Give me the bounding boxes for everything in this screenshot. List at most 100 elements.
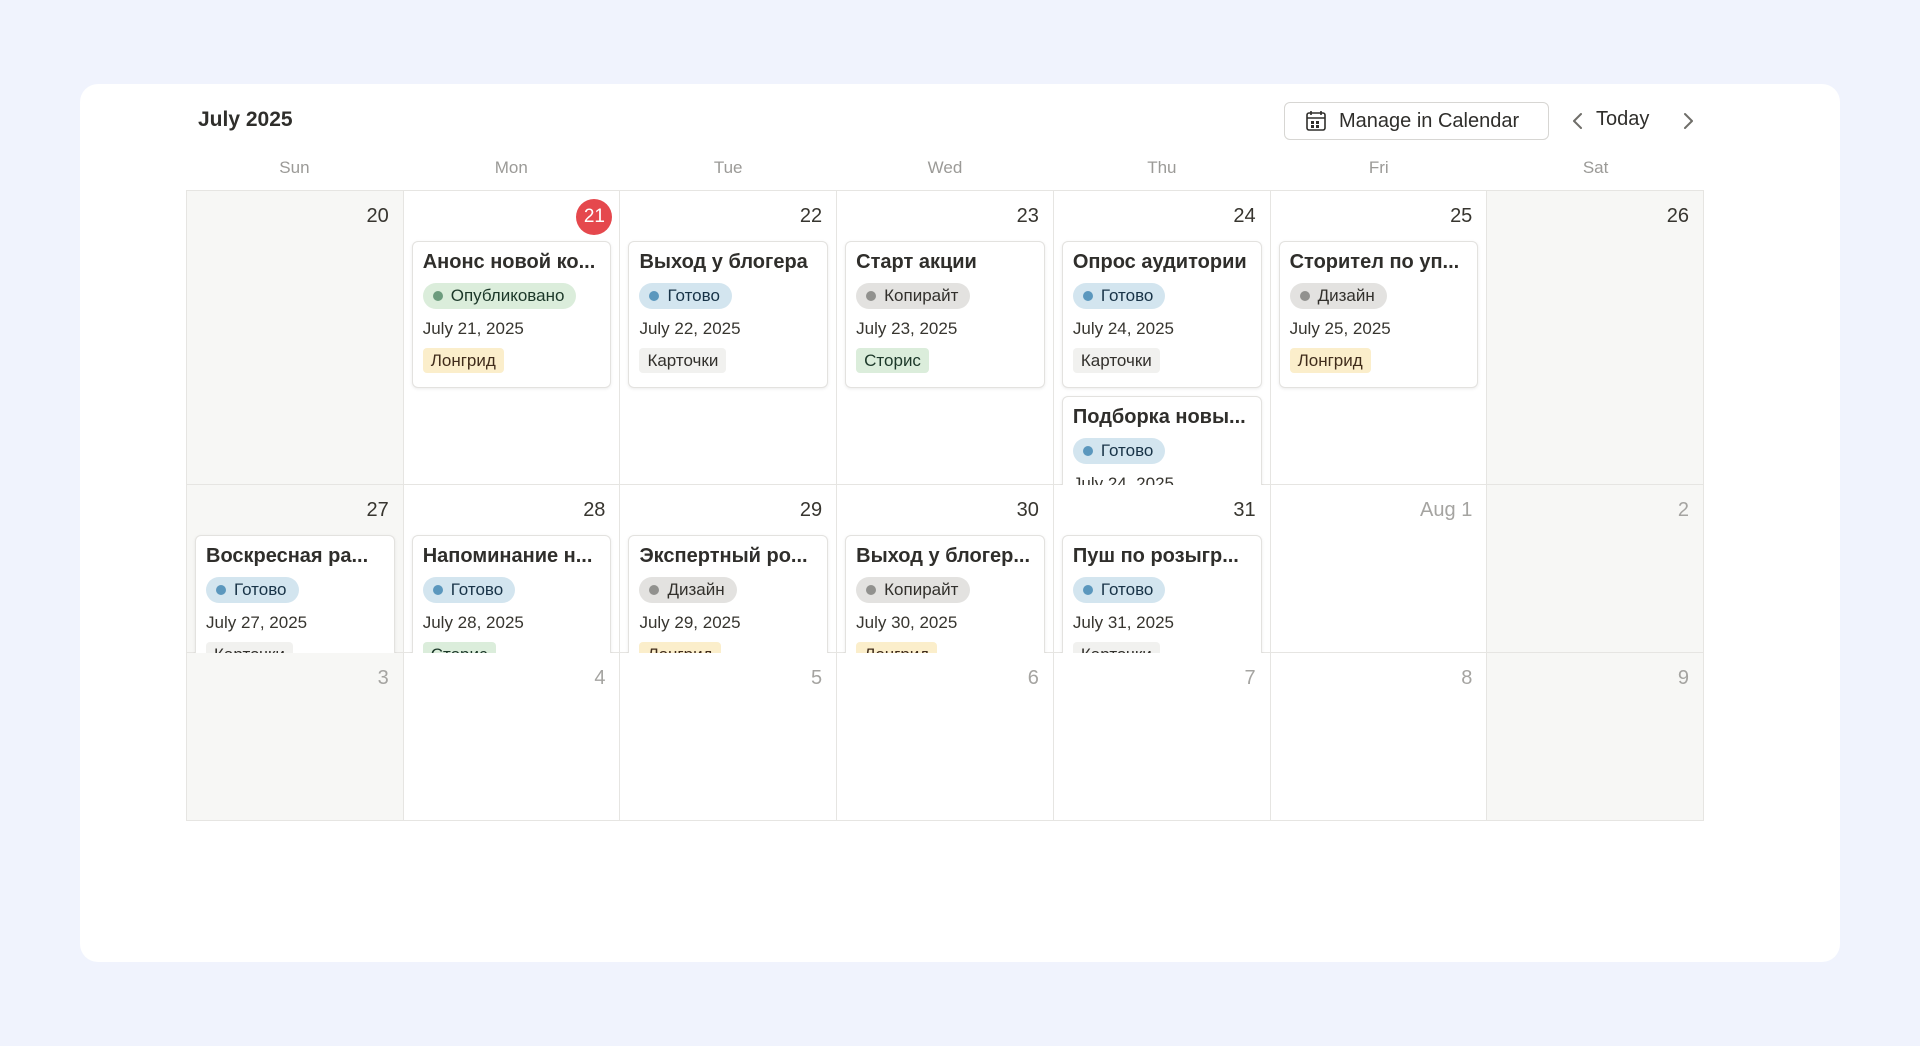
day-number: 24 [1233, 205, 1256, 227]
format-tag: Карточки [1072, 348, 1160, 373]
status-label: Готово [1100, 441, 1154, 460]
day-number: 25 [1450, 205, 1473, 227]
status-dot-icon [216, 585, 226, 595]
event-date: July 31, 2025 [1072, 613, 1175, 632]
day-cell[interactable]: 5 [620, 653, 838, 821]
status-badge: Дизайн [1289, 283, 1387, 309]
event-title: Выход у блогера [639, 251, 808, 273]
day-number: 4 [594, 667, 606, 689]
status-dot-icon [432, 585, 443, 595]
day-cell[interactable]: 6 [837, 653, 1054, 821]
status-dot-icon [1082, 446, 1093, 456]
day-cell[interactable]: 31Пуш по розыгр...ГотовоJuly 31, 2025Кар… [1053, 485, 1271, 682]
status-badge: Опубликовано [422, 283, 577, 309]
weekday-wed: Wed [927, 158, 963, 177]
day-cell[interactable]: 26 [1487, 191, 1705, 485]
day-cell[interactable]: 3 [187, 653, 404, 821]
day-number: 26 [1666, 205, 1690, 227]
event-card[interactable]: Анонс новой ко... Опубликовано July 21, 20… [411, 241, 612, 388]
status-badge: Готово [1072, 438, 1166, 464]
day-number: 30 [1016, 499, 1039, 521]
day-number: 22 [799, 205, 823, 227]
day-number: 29 [799, 499, 823, 521]
day-number: 28 [583, 499, 606, 521]
manage-in-calendar-button[interactable]: Manage in Calendar [1284, 102, 1549, 140]
event-date: July 23, 2025 [856, 319, 958, 338]
event-date: July 24, 2025 [1072, 319, 1175, 338]
status-badge: Копирайт [856, 283, 971, 309]
event-title: Экспертный ро... [639, 545, 808, 567]
event-card[interactable]: Сторител по уп... Дизайн July 25, 2025 Лонг… [1278, 241, 1479, 388]
status-label: Готово [234, 580, 287, 599]
status-label: Дизайн [1317, 286, 1375, 305]
day-number: 23 [1016, 205, 1039, 227]
day-cell[interactable]: 27Воскресная ра...ГотовоJuly 27, 2025Кар… [187, 485, 404, 682]
calendar-grid: 20 21 Анонс новой ко... Опубликовано July 21… [186, 190, 1705, 821]
event-date: July 25, 2025 [1289, 319, 1391, 338]
event-title: Сторител по уп... [1289, 251, 1460, 273]
status-badge: Готово [206, 577, 299, 603]
next-month-button[interactable] [1675, 108, 1701, 134]
event-list: Старт акции Копирайт July 23, 2025 Сторис [845, 241, 1045, 388]
week-row: 3 4 5 6 7 8 9 [187, 653, 1705, 821]
day-cell[interactable]: 7 [1053, 653, 1271, 821]
status-badge: Дизайн [639, 577, 737, 603]
day-number: Aug 1 [1420, 499, 1473, 521]
format-tag: Сторис [856, 348, 929, 373]
event-list: Сторител по уп... Дизайн July 25, 2025 Лонг… [1278, 241, 1479, 388]
day-cell[interactable]: Aug 1 [1270, 485, 1488, 653]
event-date: July 21, 2025 [422, 319, 524, 338]
chevron-right-icon [1684, 113, 1693, 129]
event-date: July 28, 2025 [422, 613, 524, 632]
status-dot-icon [1299, 291, 1310, 301]
day-number: 8 [1461, 667, 1473, 689]
day-cell[interactable]: 8 [1270, 653, 1488, 821]
day-cell[interactable]: 29Экспертный ро...ДизайнJuly 29, 2025Лон… [620, 485, 838, 682]
day-cell[interactable]: 20 [187, 191, 404, 485]
week-row: 27Воскресная ра...ГотовоJuly 27, 2025Кар… [187, 485, 1705, 682]
status-dot-icon [866, 585, 877, 595]
event-title: Старт акции [856, 251, 977, 273]
event-card[interactable]: Опрос аудитории Готово July 24, 2025 Карточ… [1061, 241, 1262, 388]
status-badge: Готово [1072, 283, 1166, 309]
day-number: 6 [1027, 667, 1039, 689]
status-label: Копирайт [884, 580, 959, 599]
event-title: Опрос аудитории [1072, 251, 1247, 273]
status-dot-icon [1082, 291, 1093, 301]
day-cell[interactable]: 4 [403, 653, 621, 821]
weekday-fri: Fri [1368, 158, 1389, 177]
weekday-sat: Sat [1582, 158, 1609, 177]
day-cell[interactable]: 22 Выход у блогера Готово July 22, 2025 Карт… [620, 191, 838, 485]
weekday-thu: Thu [1147, 158, 1177, 177]
month-title: July 2025 [198, 108, 293, 131]
day-cell[interactable]: 30 Выход у блогер... Копирайт July 30, 2025… [837, 485, 1054, 682]
event-date: July 27, 2025 [206, 613, 308, 632]
status-badge: Копирайт [856, 577, 971, 603]
day-number: 2 [1677, 499, 1690, 521]
event-title: Анонс новой ко... [422, 251, 596, 273]
day-number: 5 [811, 667, 823, 689]
event-list: Анонс новой ко... Опубликовано July 21, 20… [411, 241, 612, 388]
day-number: 9 [1677, 667, 1690, 689]
day-cell[interactable]: 25 Сторител по уп... Дизайн July 25, 2025 Ло… [1270, 191, 1488, 485]
format-tag: Лонгрид [1289, 348, 1371, 373]
manage-in-calendar-label: Manage in Calendar [1339, 109, 1520, 132]
status-badge: Готово [639, 283, 732, 309]
status-label: Дизайн [667, 580, 725, 599]
status-dot-icon [649, 585, 660, 595]
today-button[interactable]: Today [1596, 108, 1649, 131]
weekday-sun: Sun [279, 158, 310, 177]
day-cell[interactable]: 28Напоминание н...ГотовоJuly 28, 2025Сто… [403, 485, 621, 682]
day-cell[interactable]: 24 Опрос аудитории Готово July 24, 2025 Карт… [1053, 191, 1271, 543]
day-cell[interactable]: 9 [1487, 653, 1705, 821]
event-title: Пуш по розыгр... [1072, 545, 1239, 567]
event-card[interactable]: Старт акции Копирайт July 23, 2025 Сторис [845, 241, 1045, 388]
status-dot-icon [432, 291, 443, 301]
previous-month-button[interactable] [1565, 108, 1591, 134]
day-cell[interactable]: 2 [1487, 485, 1705, 653]
status-dot-icon [649, 291, 660, 301]
status-label: Готово [1100, 580, 1154, 599]
day-cell[interactable]: 21 Анонс новой ко... Опубликовано July 21, … [403, 191, 621, 485]
day-cell[interactable]: 23 Старт акции Копирайт July 23, 2025 Сторис [837, 191, 1054, 485]
event-card[interactable]: Выход у блогера Готово July 22, 2025 Карточ… [628, 241, 829, 388]
